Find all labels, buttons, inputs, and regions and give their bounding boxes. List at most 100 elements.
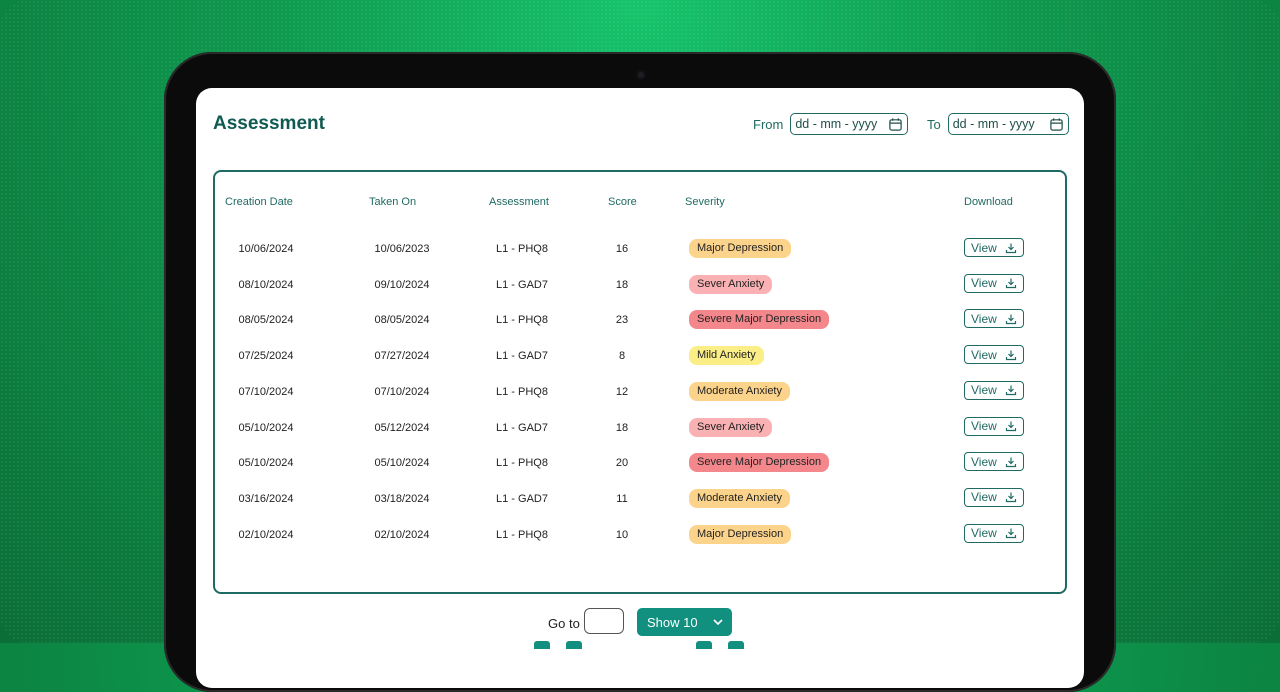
pagination: Go to Show 10: [196, 608, 1084, 638]
view-download-button[interactable]: View: [964, 273, 1024, 293]
download-icon: [1005, 421, 1016, 432]
download-icon: [1005, 457, 1016, 467]
taken-on-cell: 03/18/2024: [374, 492, 430, 505]
view-label: View: [971, 490, 997, 505]
taken-on-cell: 08/05/2024: [374, 314, 430, 327]
creation-date-cell: 07/25/2024: [238, 350, 294, 363]
to-date-input[interactable]: dd - mm - yyyy: [947, 113, 1069, 135]
taken-on-cell: 09/10/2024: [374, 278, 430, 291]
severity-badge: Moderate Anxiety: [689, 488, 790, 508]
to-date-placeholder: dd - mm - yyyy: [952, 117, 1035, 131]
view-download-button[interactable]: View: [964, 345, 1024, 365]
chevron-down-icon: [713, 619, 723, 626]
creation-date-cell: 05/10/2024: [238, 457, 294, 470]
view-label: View: [971, 276, 997, 291]
view-download-button[interactable]: View: [964, 416, 1024, 436]
assessment-cell: L1 - PHQ8: [496, 528, 548, 541]
severity-badge: Severe Major Depression: [689, 453, 830, 473]
creation-date-cell: 08/10/2024: [238, 278, 294, 291]
download-icon: [1005, 243, 1016, 253]
view-download-button[interactable]: View: [964, 309, 1024, 329]
header-creation-date: Creation Date: [225, 196, 293, 208]
view-label: View: [971, 240, 997, 255]
header-taken-on: Taken On: [369, 196, 417, 208]
severity-badge: Sever Anxiety: [689, 274, 773, 294]
severity-badge: Sever Anxiety: [689, 417, 773, 437]
goto-page-input[interactable]: [584, 608, 624, 634]
assessment-cell: L1 - PHQ8: [496, 314, 548, 327]
creation-date-cell: 07/10/2024: [238, 385, 294, 398]
page-size-select[interactable]: Show 10: [637, 608, 732, 636]
header-score: Score: [608, 196, 637, 208]
calendar-icon[interactable]: [888, 117, 903, 132]
page-next-button[interactable]: [696, 641, 712, 649]
page-last-button[interactable]: [728, 641, 744, 649]
table-row: 07/25/2024 07/27/2024 L1 - GAD7 8 Mild Anxie…: [215, 345, 1065, 369]
download-icon: [1005, 278, 1016, 289]
page-prev-button[interactable]: [566, 641, 582, 649]
score-cell: 18: [615, 421, 629, 434]
download-icon: [1005, 314, 1016, 324]
table-row: 08/10/2024 09/10/2024 L1 - GAD7 18 Sever Anx…: [215, 273, 1065, 298]
creation-date-cell: 05/10/2024: [238, 421, 294, 434]
table-row: 07/10/2024 07/10/2024 L1 - PHQ8 12 Moderate …: [215, 380, 1065, 405]
view-download-button[interactable]: View: [964, 238, 1024, 257]
page-first-button[interactable]: [534, 641, 550, 649]
view-download-button[interactable]: View: [964, 487, 1024, 507]
goto-label: Go to: [548, 616, 580, 631]
from-date-filter: From dd - mm - yyyy: [753, 112, 909, 136]
creation-date-cell: 03/16/2024: [238, 492, 294, 505]
score-cell: 10: [615, 528, 629, 541]
taken-on-cell: 05/12/2024: [374, 421, 430, 434]
score-cell: 18: [615, 278, 629, 291]
assessment-table: Creation Date Taken On Assessment Score …: [213, 170, 1067, 594]
table-row: 10/06/2024 10/06/2023 L1 - PHQ8 16 Major Dep…: [215, 238, 1065, 262]
download-icon: [1005, 492, 1016, 503]
taken-on-cell: 07/10/2024: [374, 385, 430, 398]
header-download: Download: [964, 196, 1013, 208]
severity-badge: Major Depression: [689, 239, 792, 258]
assessment-cell: L1 - PHQ8: [496, 457, 548, 470]
table-row: 05/10/2024 05/10/2024 L1 - PHQ8 20 Severe Ma…: [215, 452, 1065, 476]
app-screen: Assessment From dd - mm - yyyy To dd - m…: [196, 88, 1084, 688]
view-download-button[interactable]: View: [964, 380, 1024, 400]
score-cell: 12: [615, 385, 629, 398]
download-icon: [1005, 350, 1016, 360]
header-assessment: Assessment: [489, 196, 549, 208]
from-date-input[interactable]: dd - mm - yyyy: [790, 113, 909, 135]
taken-on-cell: 07/27/2024: [374, 350, 430, 363]
table-row: 02/10/2024 02/10/2024 L1 - PHQ8 10 Major Dep…: [215, 523, 1065, 548]
view-download-button[interactable]: View: [964, 452, 1024, 472]
download-icon: [1005, 528, 1016, 539]
view-label: View: [971, 311, 997, 326]
creation-date-cell: 10/06/2024: [238, 243, 294, 255]
from-date-placeholder: dd - mm - yyyy: [795, 117, 878, 131]
page-size-label: Show 10: [647, 614, 698, 630]
calendar-icon[interactable]: [1049, 117, 1064, 132]
view-label: View: [971, 419, 997, 433]
score-cell: 23: [615, 314, 629, 327]
score-cell: 20: [615, 457, 629, 470]
from-label: From: [753, 116, 784, 132]
severity-badge: Moderate Anxiety: [689, 381, 790, 401]
camera-icon: [636, 70, 646, 80]
view-download-button[interactable]: View: [964, 523, 1024, 543]
page-title: Assessment: [213, 113, 325, 134]
assessment-cell: L1 - GAD7: [496, 421, 548, 434]
assessment-cell: L1 - GAD7: [496, 278, 548, 291]
severity-badge: Major Depression: [689, 524, 792, 544]
to-date-filter: To dd - mm - yyyy: [927, 112, 1069, 136]
severity-badge: Mild Anxiety: [689, 346, 764, 366]
score-cell: 8: [618, 350, 626, 363]
download-icon: [1005, 385, 1016, 396]
assessment-cell: L1 - GAD7: [496, 350, 548, 363]
taken-on-cell: 02/10/2024: [374, 528, 430, 541]
table-row: 03/16/2024 03/18/2024 L1 - GAD7 11 Moderate …: [215, 487, 1065, 512]
view-label: View: [971, 526, 997, 541]
view-label: View: [971, 383, 997, 398]
header-severity: Severity: [685, 196, 725, 208]
assessment-cell: L1 - PHQ8: [496, 243, 548, 255]
severity-badge: Severe Major Depression: [689, 310, 830, 330]
view-label: View: [971, 454, 997, 469]
taken-on-cell: 10/06/2023: [374, 243, 430, 255]
